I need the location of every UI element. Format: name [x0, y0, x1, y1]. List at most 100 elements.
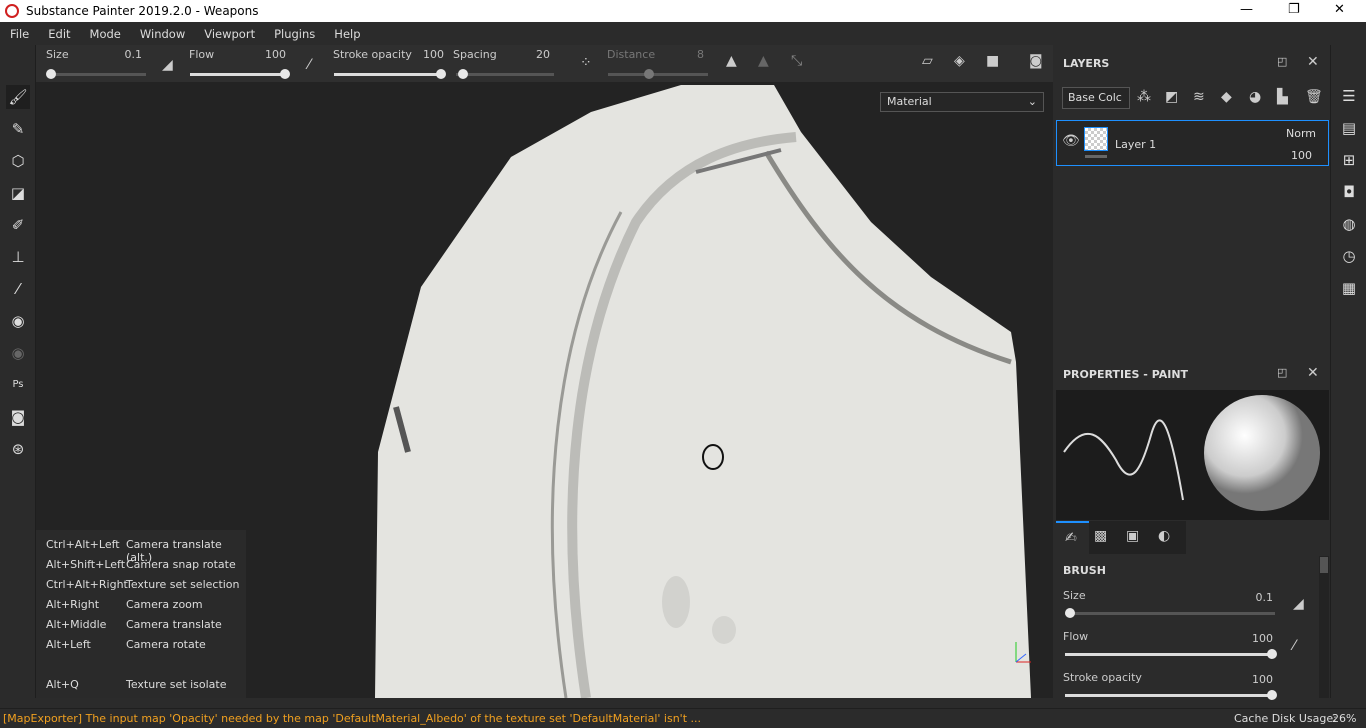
- lazy-mouse-icon[interactable]: ⁘: [580, 55, 592, 71]
- size-label: Size: [46, 48, 69, 61]
- photoshop-export-icon[interactable]: Ps: [6, 373, 30, 397]
- size-value[interactable]: 0.1: [106, 48, 143, 61]
- screenshot-icon[interactable]: ◙: [1029, 53, 1043, 69]
- flow-pressure-icon[interactable]: ⁄: [1293, 638, 1295, 654]
- menu-window[interactable]: Window: [140, 27, 185, 41]
- substance-disabled-icon[interactable]: ◉: [6, 341, 30, 365]
- iray-icon[interactable]: ◙: [6, 405, 30, 429]
- shortcuts-overlay: Ctrl+Alt+Left Camera translate (alt.) Alt…: [36, 530, 246, 698]
- status-bar: [MapExporter] The input map 'Opacity' ne…: [0, 708, 1366, 728]
- stroke-pressure-icon[interactable]: ⁄: [308, 57, 310, 73]
- pen-pressure-icon[interactable]: ◢: [162, 57, 173, 73]
- add-fill-layer-icon[interactable]: ◆: [1221, 89, 1232, 105]
- symmetry-settings-icon[interactable]: ▲: [758, 53, 769, 69]
- spacing-slider[interactable]: [456, 69, 554, 79]
- channel-select[interactable]: Base Colc: [1062, 87, 1130, 109]
- layer-row[interactable]: 👁 Layer 1 Norm 100: [1056, 120, 1329, 166]
- log-icon[interactable]: ▦: [1339, 279, 1359, 299]
- stroke-opacity-label: Stroke opacity: [333, 48, 412, 61]
- add-effect-icon[interactable]: ⁂: [1137, 89, 1151, 105]
- add-layer-icon[interactable]: ≋: [1193, 89, 1205, 105]
- shader-settings-icon[interactable]: ◍: [1339, 215, 1359, 235]
- minimize-button[interactable]: —: [1240, 2, 1253, 17]
- share-icon[interactable]: ⊛: [6, 437, 30, 461]
- prop-flow-label: Flow: [1063, 630, 1089, 643]
- polygon-fill-tool-icon[interactable]: ◪: [6, 181, 30, 205]
- right-dock-strip: ☰ ▤ ⊞ ◘ ◍ ◷ ▦: [1330, 45, 1366, 698]
- tab-stencil-icon[interactable]: ▣: [1126, 528, 1139, 544]
- viewport-mode-icon[interactable]: ▱: [922, 53, 933, 69]
- menu-viewport[interactable]: Viewport: [204, 27, 255, 41]
- eraser-tool-icon[interactable]: ✎: [6, 117, 30, 141]
- properties-scrollbar[interactable]: [1319, 556, 1329, 698]
- size-slider[interactable]: [46, 69, 146, 79]
- tool-sidebar: 🖌 ✎ ⬡ ◪ ✐ ⊥ ⁄ ◉ ◉ Ps ◙ ⊛: [0, 45, 36, 698]
- brush-stroke-preview: [1063, 395, 1320, 511]
- properties-title: PROPERTIES - PAINT: [1063, 368, 1189, 381]
- transform-icon[interactable]: ⤡: [791, 53, 802, 69]
- menu-help[interactable]: Help: [334, 27, 360, 41]
- symmetry-icon[interactable]: ▲: [726, 53, 737, 69]
- texture-set-settings-icon[interactable]: ▤: [1339, 119, 1359, 139]
- layer-opacity[interactable]: 100: [1291, 149, 1312, 162]
- display-settings-icon[interactable]: ◘: [1339, 183, 1359, 203]
- float-panel-icon[interactable]: ◰: [1277, 55, 1287, 68]
- tab-alpha-icon[interactable]: ▩: [1094, 528, 1107, 544]
- menu-edit[interactable]: Edit: [48, 27, 70, 41]
- maximize-button[interactable]: ❐: [1288, 2, 1300, 17]
- viewport-material-mode-select[interactable]: Material ⌄: [880, 92, 1044, 112]
- layers-dock-icon[interactable]: ☰: [1339, 87, 1359, 107]
- prop-size-slider[interactable]: [1065, 608, 1275, 618]
- substance-icon[interactable]: ◉: [6, 309, 30, 333]
- add-smart-material-icon[interactable]: ◕: [1249, 89, 1261, 105]
- size-pressure-icon[interactable]: ◢: [1293, 596, 1304, 612]
- add-folder-icon[interactable]: ▙: [1277, 89, 1288, 105]
- prop-flow-slider[interactable]: [1065, 649, 1277, 659]
- menu-bar: File Edit Mode Window Viewport Plugins H…: [0, 22, 1366, 45]
- window-title: Substance Painter 2019.2.0 - Weapons: [26, 4, 259, 18]
- delete-layer-icon[interactable]: 🗑: [1305, 89, 1323, 105]
- distance-slider[interactable]: [608, 69, 708, 79]
- close-button[interactable]: ✕: [1334, 2, 1345, 17]
- shortcut-keys: Alt+Shift+Left: [46, 558, 126, 571]
- menu-file[interactable]: File: [10, 27, 29, 41]
- prop-stroke-opacity-label: Stroke opacity: [1063, 671, 1142, 684]
- float-panel-icon[interactable]: ◰: [1277, 366, 1287, 379]
- tab-brush-icon[interactable]: ✍: [1056, 521, 1089, 554]
- shortcut-action: Camera translate: [126, 618, 222, 631]
- tab-material-icon[interactable]: ◐: [1158, 528, 1170, 544]
- spacing-value[interactable]: 20: [514, 48, 550, 61]
- flow-slider[interactable]: [190, 69, 290, 79]
- add-mask-icon[interactable]: ◩: [1165, 89, 1178, 105]
- prop-size-value[interactable]: 0.1: [1215, 591, 1274, 604]
- menu-mode[interactable]: Mode: [90, 27, 121, 41]
- stroke-opacity-slider[interactable]: [334, 69, 446, 79]
- brush-preview: [1056, 390, 1329, 520]
- camera-icon[interactable]: ■: [986, 53, 999, 69]
- layer-name: Layer 1: [1115, 138, 1157, 151]
- menu-plugins[interactable]: Plugins: [274, 27, 315, 41]
- projection-tool-icon[interactable]: ⬡: [6, 149, 30, 173]
- texture-set-list-icon[interactable]: ⊞: [1339, 151, 1359, 171]
- prop-stroke-opacity-value[interactable]: 100: [1215, 673, 1273, 686]
- 3d-viewport[interactable]: Material ⌄ Ctrl+Alt+Left Camera translate …: [36, 82, 1053, 698]
- history-icon[interactable]: ◷: [1339, 247, 1359, 267]
- flow-value[interactable]: 100: [250, 48, 286, 61]
- close-panel-icon[interactable]: ✕: [1307, 54, 1319, 70]
- shortcut-keys: Ctrl+Alt+Right: [46, 578, 128, 591]
- layer-blend-mode[interactable]: Norm: [1286, 127, 1316, 140]
- layers-title: LAYERS: [1063, 57, 1110, 70]
- color-picker-icon[interactable]: ⁄: [6, 277, 30, 301]
- clone-tool-icon[interactable]: ⊥: [6, 245, 30, 269]
- distance-value[interactable]: 8: [666, 48, 704, 61]
- prop-flow-value[interactable]: 100: [1215, 632, 1273, 645]
- paint-brush-tool-icon[interactable]: 🖌: [6, 85, 30, 109]
- status-message[interactable]: [MapExporter] The input map 'Opacity' ne…: [3, 712, 701, 725]
- smudge-tool-icon[interactable]: ✐: [6, 213, 30, 237]
- eye-visibility-icon[interactable]: 👁: [1062, 133, 1080, 149]
- display-settings-icon[interactable]: ◈: [954, 53, 965, 69]
- shortcut-keys: Alt+Right: [46, 598, 100, 611]
- stroke-opacity-value[interactable]: 100: [410, 48, 444, 61]
- prop-stroke-opacity-slider[interactable]: [1065, 690, 1277, 700]
- close-panel-icon[interactable]: ✕: [1307, 365, 1319, 381]
